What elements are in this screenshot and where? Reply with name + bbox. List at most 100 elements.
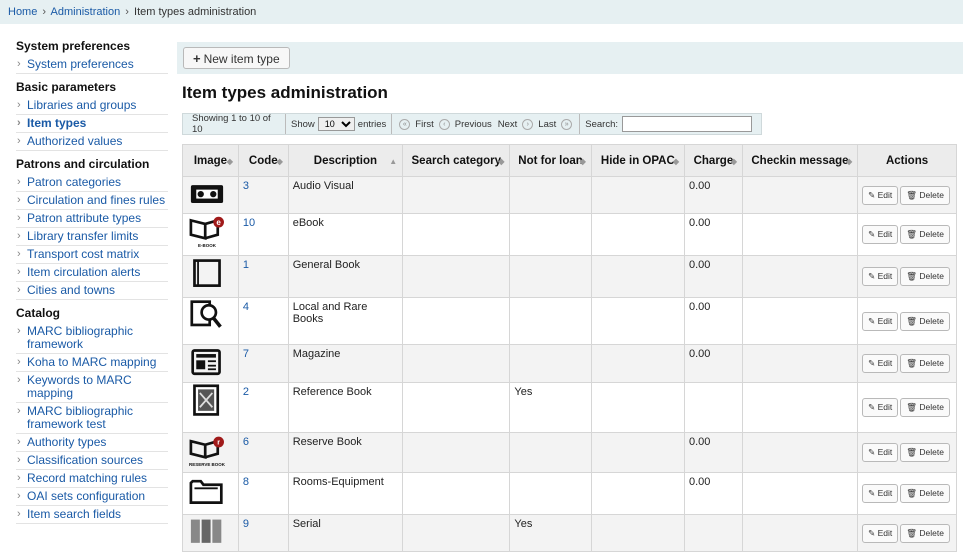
item-type-checkin-message	[741, 472, 859, 515]
item-type-code[interactable]: 7	[237, 344, 289, 383]
breadcrumb-administration-link[interactable]: Administration	[51, 6, 121, 18]
sidebar-item-link[interactable]: Authorized values	[16, 133, 168, 151]
table-row: 2 Reference Book Yes ✎ Edit 🗑 Delete	[182, 382, 957, 433]
item-type-code[interactable]: 4	[237, 297, 289, 345]
sidebar-list: Libraries and groupsItem typesAuthorized…	[16, 97, 168, 151]
item-type-code[interactable]: 2	[237, 382, 289, 433]
edit-button[interactable]: ✎ Edit	[862, 398, 899, 417]
last-icon: »	[561, 118, 573, 130]
sidebar-item-link[interactable]: Libraries and groups	[16, 97, 168, 115]
breadcrumb: Home › Administration › Item types admin…	[0, 0, 963, 24]
reference-book-icon	[185, 384, 236, 418]
delete-button[interactable]: 🗑 Delete	[900, 267, 950, 286]
item-type-code[interactable]: 3	[237, 176, 289, 214]
first-icon: «	[399, 118, 411, 130]
edit-button[interactable]: ✎ Edit	[862, 523, 899, 543]
item-type-search-category	[402, 432, 511, 473]
col-search-category[interactable]: Search category ◆	[402, 144, 511, 177]
edit-button[interactable]: ✎ Edit	[862, 225, 899, 244]
entries-select[interactable]: 10	[317, 117, 355, 131]
delete-button[interactable]: 🗑 Delete	[900, 398, 950, 417]
sort-icon: ◆	[579, 156, 586, 166]
admin-sidebar: System preferences System preferences Basi…	[16, 37, 168, 528]
col-actions: Actions	[857, 144, 957, 177]
delete-button[interactable]: 🗑 Delete	[900, 311, 950, 331]
item-type-hide-opac	[590, 213, 685, 256]
col-code[interactable]: Code ◆	[237, 144, 289, 177]
sidebar-item-link[interactable]: Item circulation alerts	[16, 264, 168, 282]
sidebar-item-link[interactable]: Transport cost matrix	[16, 246, 168, 264]
sidebar-item-link[interactable]: System preferences	[16, 56, 168, 74]
item-type-code[interactable]: 10	[237, 213, 289, 256]
sidebar-item-link[interactable]: Circulation and fines rules	[16, 192, 168, 210]
sidebar-item-link[interactable]: Item types	[16, 115, 168, 133]
entries-label: entries	[357, 118, 387, 130]
next-link[interactable]: Next	[498, 119, 518, 130]
delete-button[interactable]: 🗑 Delete	[900, 443, 950, 462]
first-link[interactable]: First	[415, 119, 433, 130]
table-pager: Showing 1 to 10 of 10 Show 10 entries « F…	[182, 113, 762, 135]
item-types-table: Image ◆ Code ◆ Description ▲ Search cate…	[182, 144, 957, 552]
item-type-checkin-message	[741, 297, 859, 345]
edit-button[interactable]: ✎ Edit	[862, 185, 899, 205]
item-type-code[interactable]: 1	[237, 255, 289, 298]
item-type-charge: 0.00	[683, 255, 743, 298]
delete-button[interactable]: 🗑 Delete	[900, 484, 950, 503]
delete-button[interactable]: 🗑 Delete	[900, 185, 950, 205]
edit-button[interactable]: ✎ Edit	[862, 354, 899, 373]
sidebar-item-link[interactable]: Keywords to MARC mapping	[16, 372, 168, 403]
item-type-image-cell	[182, 176, 239, 214]
col-checkin-message[interactable]: Checkin message ◆	[741, 144, 859, 177]
item-type-code[interactable]: 6	[237, 432, 289, 473]
col-charge[interactable]: Charge ◆	[683, 144, 743, 177]
sidebar-item-link[interactable]: Authority types	[16, 434, 168, 452]
item-type-description: Reference Book	[287, 382, 404, 433]
item-type-image-cell	[182, 514, 239, 552]
delete-button[interactable]: 🗑 Delete	[900, 523, 950, 543]
last-link[interactable]: Last	[538, 119, 556, 130]
previous-link[interactable]: Previous	[455, 119, 492, 130]
item-type-description: Audio Visual	[287, 176, 404, 214]
table-row: 1 General Book 0.00 ✎ Edit 🗑 Delete	[182, 255, 957, 298]
sidebar-item-link[interactable]: Patron categories	[16, 174, 168, 192]
sidebar-item-link[interactable]: Koha to MARC mapping	[16, 354, 168, 372]
delete-button[interactable]: 🗑 Delete	[900, 354, 950, 373]
item-type-code[interactable]: 8	[237, 472, 289, 515]
pager-nav: « First ‹ Previous Next › Last »	[392, 114, 581, 134]
sidebar-section-title: Catalog	[16, 306, 61, 320]
video-cassette-icon	[185, 178, 236, 212]
item-type-image-cell	[182, 255, 239, 298]
sidebar-item-link[interactable]: Patron attribute types	[16, 210, 168, 228]
edit-button[interactable]: ✎ Edit	[862, 484, 899, 503]
breadcrumb-home-link[interactable]: Home	[8, 6, 37, 18]
item-type-search-category	[402, 176, 511, 214]
sidebar-item-link[interactable]: MARC bibliographic framework test	[16, 403, 168, 434]
search-input[interactable]	[622, 116, 752, 132]
sidebar-item-link[interactable]: Library transfer limits	[16, 228, 168, 246]
item-type-checkin-message	[741, 213, 859, 256]
sidebar-item-link[interactable]: Classification sources	[16, 452, 168, 470]
new-item-type-button[interactable]: + New item type	[183, 47, 290, 69]
edit-button[interactable]: ✎ Edit	[862, 443, 899, 462]
edit-button[interactable]: ✎ Edit	[862, 311, 899, 331]
col-image[interactable]: Image ◆	[182, 144, 239, 177]
folder-icon	[185, 474, 236, 508]
col-hide-opac[interactable]: Hide in OPAC ◆	[590, 144, 685, 177]
col-description[interactable]: Description ▲	[287, 144, 404, 177]
col-not-for-loan[interactable]: Not for loan ◆	[509, 144, 592, 177]
svg-text:e: e	[216, 218, 221, 227]
edit-button[interactable]: ✎ Edit	[862, 267, 899, 286]
sort-icon: ◆	[672, 156, 679, 166]
item-type-actions: ✎ Edit 🗑 Delete	[857, 255, 957, 298]
sidebar-item-link[interactable]: Item search fields	[16, 506, 168, 524]
delete-button[interactable]: 🗑 Delete	[900, 225, 950, 244]
item-type-hide-opac	[590, 297, 685, 345]
sidebar-item-link[interactable]: OAI sets configuration	[16, 488, 168, 506]
item-type-actions: ✎ Edit 🗑 Delete	[857, 382, 957, 433]
item-type-code[interactable]: 9	[237, 514, 289, 552]
sidebar-item-link[interactable]: MARC bibliographic framework	[16, 323, 168, 354]
sidebar-item-link[interactable]: Cities and towns	[16, 282, 168, 300]
icon-caption: E-BOOK	[198, 243, 217, 248]
item-type-description: Rooms-Equipment	[287, 472, 404, 515]
sidebar-item-link[interactable]: Record matching rules	[16, 470, 168, 488]
